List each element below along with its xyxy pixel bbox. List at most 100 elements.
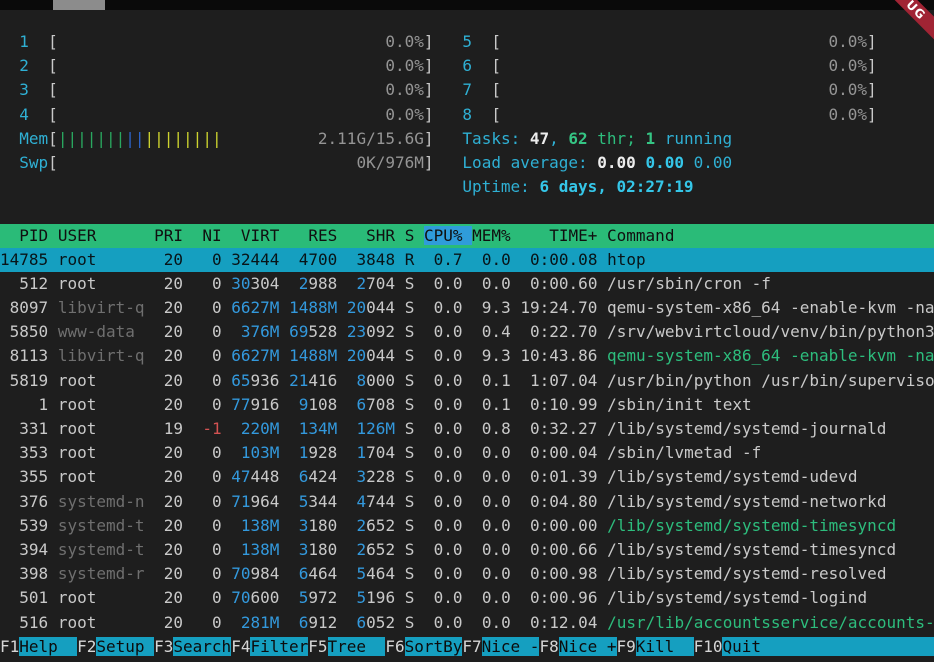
fkey-F7[interactable]: F7 bbox=[462, 637, 481, 656]
fkey-label-help[interactable]: Help bbox=[19, 637, 77, 656]
fkey-F10[interactable]: F10 bbox=[694, 637, 723, 656]
tasks-stat-text: , bbox=[549, 129, 568, 148]
process-row-331[interactable]: 331 root 19 -1 220M 134M 126M S 0.0 0.8 … bbox=[0, 417, 934, 441]
meter-label: 5 bbox=[462, 32, 491, 51]
cpu-meter-row-2-6: 2 [ 0.0%] 6 [ 0.0%] bbox=[0, 54, 934, 78]
meter-percent: 0.0% bbox=[828, 56, 867, 75]
load-average-text: 0.00 bbox=[694, 153, 733, 172]
fkey-label-quit[interactable]: Quit bbox=[722, 637, 934, 656]
process-row-398[interactable]: 398 systemd-r 20 0 70984 6464 5464 S 0.0… bbox=[0, 562, 934, 586]
fkey-label-setup[interactable]: Setup bbox=[96, 637, 154, 656]
meter-bracket-close-icon: ] bbox=[424, 56, 434, 75]
process-row-1[interactable]: 1 root 20 0 77916 9108 6708 S 0.0 0.1 0:… bbox=[0, 393, 934, 417]
cpu-meter-row-3-7: 3 [ 0.0%] 7 [ 0.0%] bbox=[0, 78, 934, 102]
fkey-label-kill[interactable]: Kill bbox=[636, 637, 694, 656]
column-header-pri[interactable]: PRI bbox=[154, 226, 183, 245]
process-row-539[interactable]: 539 systemd-t 20 0 138M 3180 2652 S 0.0 … bbox=[0, 514, 934, 538]
mem-meter-value: 2.11G/15.6G bbox=[318, 129, 424, 148]
column-header-mem[interactable]: MEM% bbox=[472, 226, 511, 245]
meter-label: 2 bbox=[0, 56, 48, 75]
fkey-F9[interactable]: F9 bbox=[617, 637, 636, 656]
meter-percent: 0.0% bbox=[385, 32, 424, 51]
load-average-text: 0.00 bbox=[645, 153, 693, 172]
cpu-meter-row-4-8: 4 [ 0.0%] 8 [ 0.0%] bbox=[0, 103, 934, 127]
column-header-pid[interactable]: PID bbox=[0, 226, 48, 245]
meter-bracket-open-icon: [ bbox=[48, 80, 58, 99]
meter-bracket-open-icon: [ bbox=[48, 153, 58, 172]
meter-percent: 0.0% bbox=[828, 80, 867, 99]
meter-bracket-close-icon: ] bbox=[867, 32, 877, 51]
process-row-8097[interactable]: 8097 libvirt-q 20 0 6627M 1488M 20044 S … bbox=[0, 296, 934, 320]
process-row-501[interactable]: 501 root 20 0 70600 5972 5196 S 0.0 0.0 … bbox=[0, 586, 934, 610]
htop-terminal-window: UG 1 [ 0.0%] 5 [ 0.0%] 2 [ 0.0%] 6 [ 0.0… bbox=[0, 0, 934, 662]
fkey-label-sortby[interactable]: SortBy bbox=[405, 637, 463, 656]
meter-bracket-close-icon: ] bbox=[424, 153, 434, 172]
meter-label: 1 bbox=[0, 32, 48, 51]
load-average-text: 0.00 bbox=[597, 153, 645, 172]
fkey-label-filter[interactable]: Filter bbox=[250, 637, 308, 656]
meter-percent: 0.0% bbox=[828, 105, 867, 124]
meter-bracket-open-icon: [ bbox=[48, 56, 58, 75]
function-key-bar: F1Help F2Setup F3SearchF4FilterF5Tree F6… bbox=[0, 635, 934, 659]
process-row-5819[interactable]: 5819 root 20 0 65936 21416 8000 S 0.0 0.… bbox=[0, 369, 934, 393]
process-row-376[interactable]: 376 systemd-n 20 0 71964 5344 4744 S 0.0… bbox=[0, 490, 934, 514]
process-row-516[interactable]: 516 root 20 0 281M 6912 6052 S 0.0 0.0 0… bbox=[0, 611, 934, 635]
meter-bracket-open-icon: [ bbox=[491, 105, 501, 124]
meter-percent: 0.0% bbox=[385, 105, 424, 124]
top-window-strip bbox=[0, 0, 934, 10]
fkey-F5[interactable]: F5 bbox=[308, 637, 327, 656]
fkey-label-search[interactable]: Search bbox=[173, 637, 231, 656]
fkey-F3[interactable]: F3 bbox=[154, 637, 173, 656]
meter-bracket-close-icon: ] bbox=[424, 32, 434, 51]
column-header-s[interactable]: S bbox=[405, 226, 415, 245]
process-row-394[interactable]: 394 systemd-t 20 0 138M 3180 2652 S 0.0 … bbox=[0, 538, 934, 562]
top-bar-gray-segment bbox=[53, 0, 105, 10]
column-header-virt[interactable]: VIRT bbox=[231, 226, 279, 245]
meter-label: Swp bbox=[0, 153, 48, 172]
swap-meter-and-load-row: Swp[ 0K/976M] Load average: 0.00 0.00 0.… bbox=[0, 151, 934, 175]
process-row-512[interactable]: 512 root 20 0 30304 2988 2704 S 0.0 0.0 … bbox=[0, 272, 934, 296]
tasks-stat-text: 62 bbox=[568, 129, 587, 148]
meter-percent: 0.0% bbox=[828, 32, 867, 51]
column-header-ni[interactable]: NI bbox=[193, 226, 222, 245]
cpu-meter-row-1-5: 1 [ 0.0%] 5 [ 0.0%] bbox=[0, 30, 934, 54]
meter-bracket-close-icon: ] bbox=[867, 56, 877, 75]
process-row-8113[interactable]: 8113 libvirt-q 20 0 6627M 1488M 20044 S … bbox=[0, 344, 934, 368]
meter-label: 6 bbox=[462, 56, 491, 75]
meter-bracket-open-icon: [ bbox=[48, 105, 58, 124]
fkey-label-nice-[interactable]: Nice - bbox=[482, 637, 540, 656]
column-header-time[interactable]: TIME+ bbox=[520, 226, 597, 245]
meter-label: 3 bbox=[0, 80, 48, 99]
fkey-F8[interactable]: F8 bbox=[539, 637, 558, 656]
meter-label: 4 bbox=[0, 105, 48, 124]
meter-bracket-close-icon: ] bbox=[424, 105, 434, 124]
meter-bracket-open-icon: [ bbox=[491, 32, 501, 51]
column-header-shr[interactable]: SHR bbox=[347, 226, 395, 245]
column-header-command[interactable]: Command bbox=[607, 226, 934, 245]
fkey-label-tree[interactable]: Tree bbox=[328, 637, 386, 656]
column-header-res[interactable]: RES bbox=[289, 226, 337, 245]
fkey-label-nice-[interactable]: Nice + bbox=[559, 637, 617, 656]
terminal-content: 1 [ 0.0%] 5 [ 0.0%] 2 [ 0.0%] 6 [ 0.0%] … bbox=[0, 30, 934, 659]
uptime-row: Uptime: 6 days, 02:27:19 bbox=[0, 175, 934, 199]
tasks-stat-text: 47 bbox=[530, 129, 549, 148]
process-row-353[interactable]: 353 root 20 0 103M 1928 1704 S 0.0 0.0 0… bbox=[0, 441, 934, 465]
meter-label: Mem bbox=[0, 129, 48, 148]
load-average-text: Load average: bbox=[462, 153, 597, 172]
tasks-stat-text: Tasks: bbox=[462, 129, 529, 148]
process-row-5850[interactable]: 5850 www-data 20 0 376M 69528 23092 S 0.… bbox=[0, 320, 934, 344]
meter-percent: 0.0% bbox=[385, 80, 424, 99]
meter-bracket-open-icon: [ bbox=[48, 32, 58, 51]
column-header-cpu[interactable]: CPU% bbox=[424, 226, 472, 245]
process-row-14785[interactable]: 14785 root 20 0 32444 4700 3848 R 0.7 0.… bbox=[0, 248, 934, 272]
mem-bar-yellow: |||||||| bbox=[145, 129, 222, 148]
fkey-F1[interactable]: F1 bbox=[0, 637, 19, 656]
fkey-F6[interactable]: F6 bbox=[385, 637, 404, 656]
fkey-F4[interactable]: F4 bbox=[231, 637, 250, 656]
tasks-stat-text: running bbox=[655, 129, 732, 148]
fkey-F2[interactable]: F2 bbox=[77, 637, 96, 656]
process-row-355[interactable]: 355 root 20 0 47448 6424 3228 S 0.0 0.0 … bbox=[0, 465, 934, 489]
mem-bar-green: ||||||| bbox=[58, 129, 125, 148]
column-header-user[interactable]: USER bbox=[58, 226, 145, 245]
meter-bracket-close-icon: ] bbox=[867, 105, 877, 124]
